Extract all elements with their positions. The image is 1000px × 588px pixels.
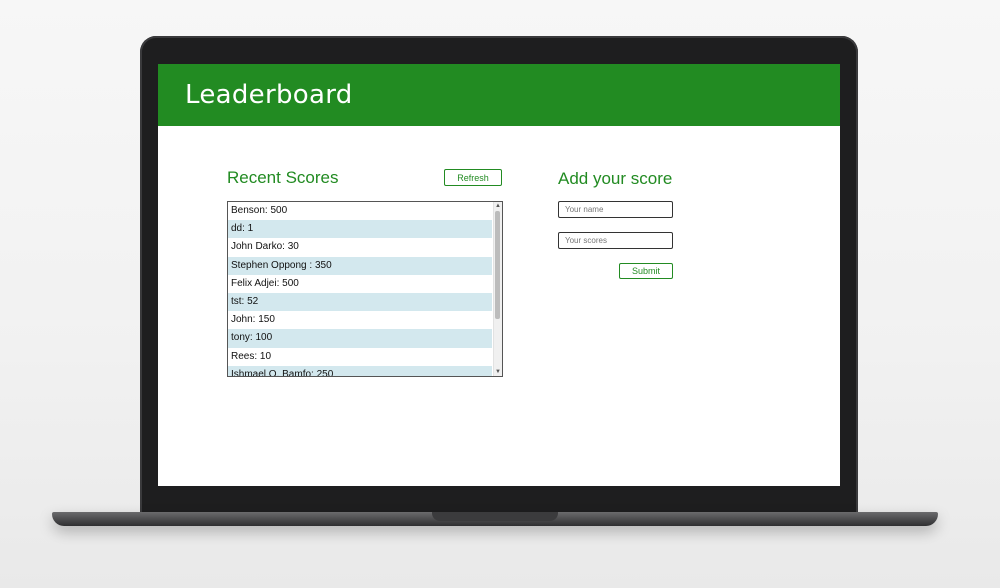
- app-header: Leaderboard: [158, 64, 840, 126]
- app-title: Leaderboard: [185, 80, 353, 110]
- list-item: Stephen Oppong : 350: [228, 256, 492, 275]
- score-input[interactable]: [558, 232, 673, 249]
- add-score-title: Add your score: [558, 169, 673, 188]
- list-item: tst: 52: [228, 292, 492, 312]
- submit-button[interactable]: Submit: [619, 263, 673, 279]
- list-item: Rees: 10: [231, 350, 272, 362]
- list-item: dd: 1: [228, 220, 492, 239]
- score-list[interactable]: Benson: 500 dd: 1 John Darko: 30 Stephen…: [227, 201, 503, 377]
- recent-scores-title: Recent Scores: [227, 168, 339, 187]
- list-item: Ishmael O. Bamfo: 250: [228, 365, 492, 376]
- laptop-notch: [432, 512, 558, 521]
- refresh-button[interactable]: Refresh: [444, 169, 502, 186]
- list-item: tony: 100: [228, 329, 492, 348]
- list-item: John Darko: 30: [231, 241, 299, 253]
- name-input[interactable]: [558, 201, 673, 218]
- scroll-thumb[interactable]: [495, 211, 500, 319]
- list-item: John: 150: [231, 314, 275, 326]
- scroll-up-arrow-icon[interactable]: ▲: [495, 202, 501, 210]
- list-item: Felix Adjei: 500: [231, 277, 299, 289]
- list-scrollbar[interactable]: ▲ ▼: [493, 202, 502, 376]
- scroll-down-arrow-icon[interactable]: ▼: [495, 368, 501, 376]
- laptop-screen: Leaderboard Recent Scores Refresh Benson…: [158, 64, 840, 486]
- list-item: Benson: 500: [231, 205, 288, 216]
